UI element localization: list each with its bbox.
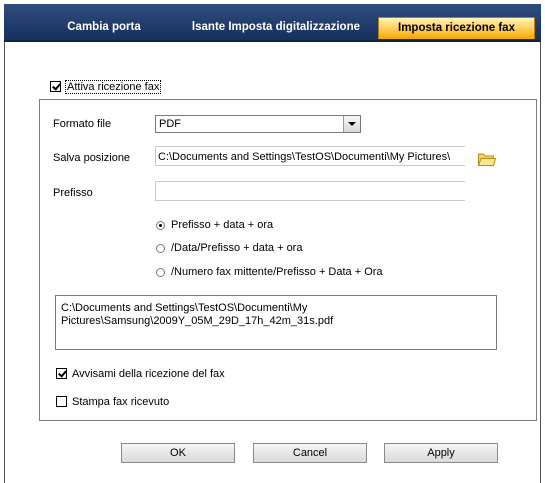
tab-scan-button-settings-label: Pulsante Imposta digitalizzazione xyxy=(192,21,360,33)
name-option-radio-1[interactable] xyxy=(156,221,165,230)
file-path-preview: C:\Documents and Settings\TestOS\Documen… xyxy=(55,295,497,350)
notify-label: Avvisami della ricezione del fax xyxy=(72,368,225,380)
enable-receive-label: Attiva ricezione fax xyxy=(65,80,162,94)
name-option-radio-3[interactable] xyxy=(156,268,165,277)
file-path-preview-line-1: C:\Documents and Settings\TestOS\Documen… xyxy=(61,302,308,314)
chevron-down-icon[interactable] xyxy=(343,116,360,132)
name-option-radio-2[interactable] xyxy=(156,244,165,253)
enable-receive-checkbox[interactable] xyxy=(50,81,61,92)
name-option-label-3: /Numero fax mittente/Prefisso + Data + O… xyxy=(171,266,383,278)
file-format-value: PDF xyxy=(159,118,181,130)
tab-scan-button-settings[interactable]: Pulsante Imposta digitalizzazione xyxy=(192,17,360,37)
file-format-label: Formato file xyxy=(53,118,112,130)
tab-strip: Cambia porta Pulsante Imposta digitalizz… xyxy=(4,4,541,42)
save-location-label: Salva posizione xyxy=(53,152,131,164)
ok-button[interactable]: OK xyxy=(121,443,235,463)
cancel-button[interactable]: Cancel xyxy=(253,443,367,463)
file-path-preview-line-2: Pictures\Samsung\2009Y_05M_29D_17h_42m_3… xyxy=(61,315,334,327)
print-received-label: Stampa fax ricevuto xyxy=(72,396,170,408)
prefix-input[interactable] xyxy=(155,181,465,201)
tab-change-port[interactable]: Cambia porta xyxy=(44,17,164,37)
window-left-border xyxy=(4,42,5,483)
apply-button[interactable]: Apply xyxy=(384,443,498,463)
save-location-input[interactable]: C:\Documents and Settings\TestOS\Documen… xyxy=(155,146,465,166)
name-option-label-2: /Data/Prefisso + data + ora xyxy=(171,242,303,254)
tab-fax-receive-settings[interactable]: Imposta ricezione fax xyxy=(378,17,535,39)
folder-browse-icon[interactable] xyxy=(478,152,496,166)
scan-fax-settings-window: Cambia porta Pulsante Imposta digitalizz… xyxy=(0,0,545,483)
print-received-checkbox[interactable] xyxy=(56,396,67,407)
window-right-border xyxy=(540,42,541,483)
notify-checkbox[interactable] xyxy=(56,368,67,379)
file-format-select[interactable]: PDF xyxy=(155,115,361,133)
name-option-label-1: Prefisso + data + ora xyxy=(171,219,274,231)
prefix-label: Prefisso xyxy=(53,187,93,199)
